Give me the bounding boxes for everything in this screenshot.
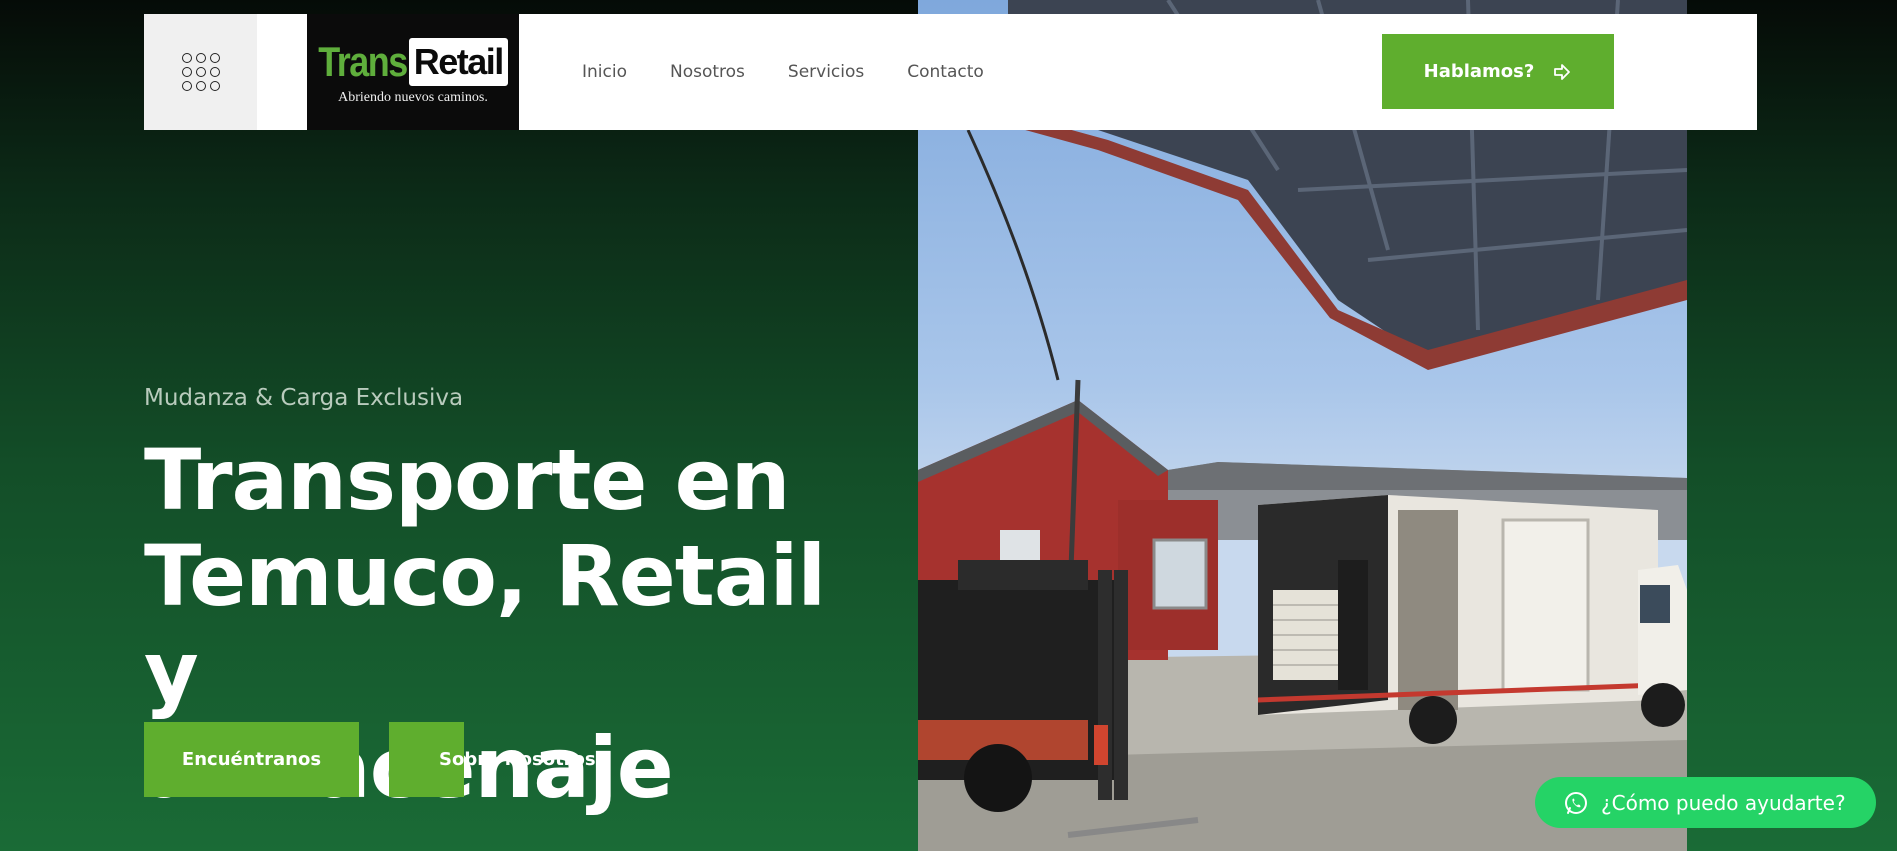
whatsapp-icon: [1565, 791, 1587, 814]
brand-logo[interactable]: Trans Retail Abriendo nuevos caminos.: [307, 14, 519, 130]
logo-spacer: [257, 14, 307, 130]
menu-button[interactable]: [144, 14, 257, 130]
main-nav: Inicio Nosotros Servicios Contacto: [582, 62, 984, 82]
hero-eyebrow: Mudanza & Carga Exclusiva: [144, 385, 464, 411]
whatsapp-label: ¿Cómo puedo ayudarte?: [1601, 790, 1846, 815]
encuentranos-button[interactable]: Encuéntranos: [144, 722, 359, 797]
nav-item-servicios[interactable]: Servicios: [788, 62, 864, 82]
nav-item-contacto[interactable]: Contacto: [907, 62, 984, 82]
arrow-right-icon: [1554, 63, 1571, 80]
site-header: Trans Retail Abriendo nuevos caminos. In…: [144, 14, 1757, 130]
logo-text-retail: Retail: [408, 38, 508, 86]
sobre-nosotros-label: Sobre Nosotros: [439, 749, 596, 770]
nav-item-inicio[interactable]: Inicio: [582, 62, 627, 82]
hablamos-button[interactable]: Hablamos?: [1382, 34, 1614, 109]
grid-dots-icon: [181, 53, 220, 91]
logo-tagline: Abriendo nuevos caminos.: [338, 90, 488, 105]
logo-text-trans: Trans: [318, 37, 408, 85]
headline-line-2: Temuco, Retail y: [144, 527, 826, 721]
headline-line-1: Transporte en: [144, 431, 790, 529]
whatsapp-chat-button[interactable]: ¿Cómo puedo ayudarte?: [1535, 777, 1876, 828]
nav-item-nosotros[interactable]: Nosotros: [670, 62, 745, 82]
sobre-nosotros-button[interactable]: Sobre Nosotros: [389, 722, 609, 797]
hablamos-label: Hablamos?: [1423, 61, 1535, 82]
